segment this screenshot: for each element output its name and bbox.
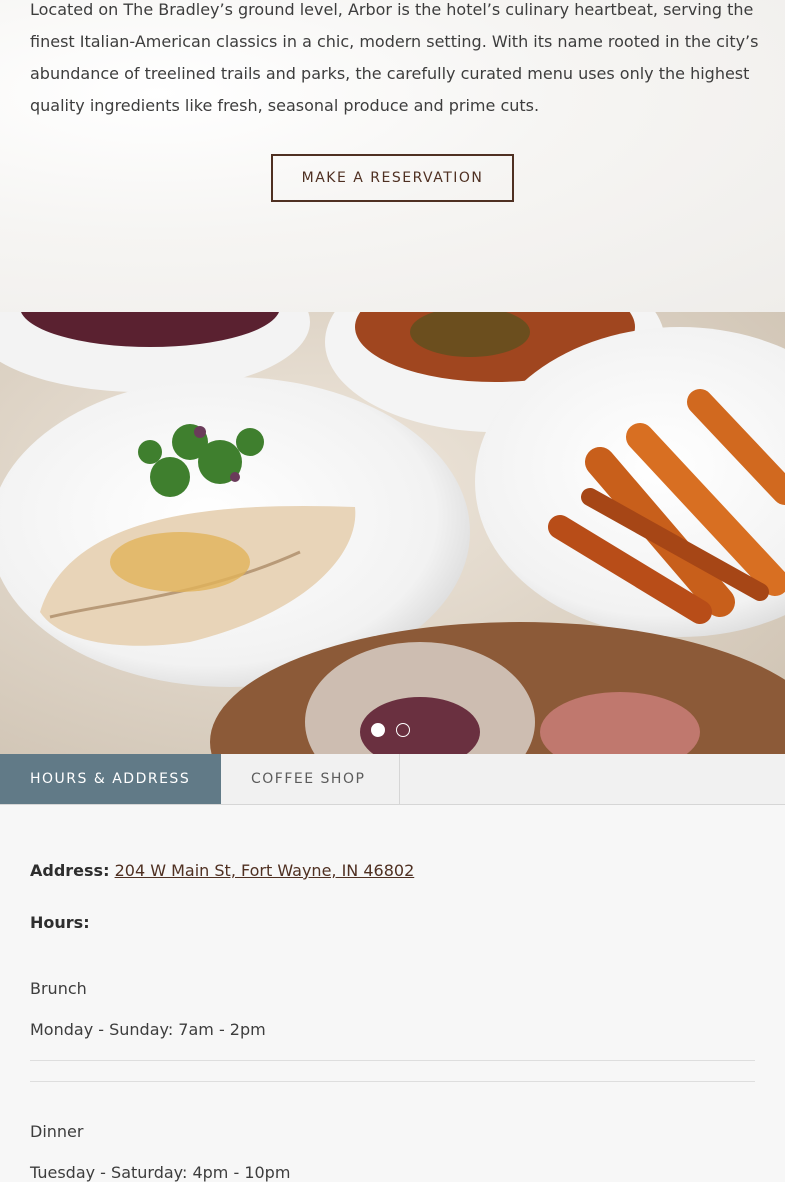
make-reservation-button[interactable]: MAKE A RESERVATION [271,154,514,202]
tab-hours-address[interactable]: HOURS & ADDRESS [0,754,221,804]
food-photo-carousel[interactable] [0,312,785,754]
carousel-dots [371,723,410,737]
hours-address-panel: Address: 204 W Main St, Fort Wayne, IN 4… [0,805,785,1182]
intro-paragraph: Located on The Bradley’s ground level, A… [30,0,759,115]
carousel-dot-1[interactable] [371,723,385,737]
divider [30,1060,755,1061]
meal-name-brunch: Brunch [30,979,87,998]
carousel-dot-2[interactable] [396,723,410,737]
address-label: Address: [30,861,110,880]
meal-hours-dinner: Tuesday - Saturday: 4pm - 10pm [30,1163,291,1182]
hours-label: Hours: [30,913,90,932]
address-link[interactable]: 204 W Main St, Fort Wayne, IN 46802 [115,861,415,880]
info-tabs: HOURS & ADDRESS COFFEE SHOP [0,754,785,805]
meal-name-dinner: Dinner [30,1122,84,1141]
tab-coffee-shop[interactable]: COFFEE SHOP [221,754,400,804]
divider [30,1081,755,1082]
meal-hours-brunch: Monday - Sunday: 7am - 2pm [30,1020,266,1039]
address-line: Address: 204 W Main St, Fort Wayne, IN 4… [30,861,414,880]
intro-section: Located on The Bradley’s ground level, A… [0,0,785,312]
food-photo [0,312,785,754]
